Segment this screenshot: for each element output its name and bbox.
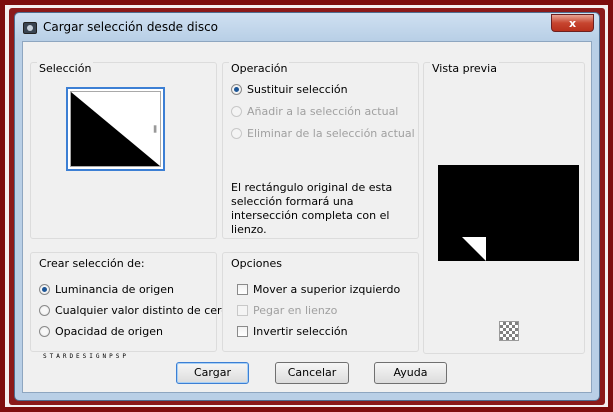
camera-app-icon <box>23 22 37 34</box>
radio-indicator <box>231 84 242 95</box>
cancelar-button[interactable]: Cancelar <box>275 362 349 384</box>
checkbox-pegar-lienzo[interactable]: Pegar en lienzo <box>237 304 337 317</box>
radio-indicator <box>231 128 242 139</box>
checkbox-label: Pegar en lienzo <box>253 304 338 317</box>
radio-luminancia-origen[interactable]: Luminancia de origen <box>39 283 174 296</box>
checkbox-invertir-seleccion[interactable]: Invertir selección <box>237 325 348 338</box>
operacion-group: Operación Sustituir selección Añadir a l… <box>222 62 419 239</box>
checker-pattern-icon[interactable] <box>499 321 519 341</box>
crear-seleccion-title: Crear selección de: <box>37 257 147 270</box>
seleccion-group: Selección <box>30 62 217 239</box>
checkbox-label: Invertir selección <box>253 325 348 338</box>
radio-indicator <box>39 326 50 337</box>
operation-description: El rectángulo original de esta selección… <box>231 181 393 236</box>
opciones-title: Opciones <box>229 257 284 270</box>
vista-previa-group: Vista previa <box>423 62 585 354</box>
opciones-group: Opciones Mover a superior izquierdo Pega… <box>222 252 419 352</box>
radio-label: Sustituir selección <box>247 83 348 96</box>
operacion-title: Operación <box>229 62 290 75</box>
vista-previa-title: Vista previa <box>430 62 499 75</box>
checkbox-indicator <box>237 284 248 295</box>
title-bar[interactable]: Cargar selección desde disco x <box>15 13 599 41</box>
radio-label: Cualquier valor distinto de cero <box>55 304 229 317</box>
ayuda-button[interactable]: Ayuda <box>374 362 447 384</box>
radio-eliminar-seleccion[interactable]: Eliminar de la selección actual <box>231 127 415 140</box>
watermark-text: STARDESIGNPSP <box>43 353 129 360</box>
selection-thumbnail-image <box>70 91 161 167</box>
checkbox-label: Mover a superior izquierdo <box>253 283 401 296</box>
close-button[interactable]: x <box>551 14 594 32</box>
radio-label: Eliminar de la selección actual <box>247 127 415 140</box>
dialog-window: Cargar selección desde disco x Selección… <box>14 12 600 401</box>
cargar-button[interactable]: Cargar <box>176 362 249 384</box>
crear-seleccion-group: Crear selección de: Luminancia de origen… <box>30 252 228 352</box>
radio-anadir-seleccion[interactable]: Añadir a la selección actual <box>231 105 398 118</box>
radio-indicator <box>231 106 242 117</box>
checkbox-indicator <box>237 326 248 337</box>
radio-indicator <box>39 284 50 295</box>
radio-sustituir-seleccion[interactable]: Sustituir selección <box>231 83 348 96</box>
preview-canvas <box>438 165 579 261</box>
window-title: Cargar selección desde disco <box>43 20 219 34</box>
selection-thumbnail[interactable] <box>66 87 165 171</box>
radio-label: Luminancia de origen <box>55 283 174 296</box>
diagonal-split-graphic <box>71 92 160 166</box>
seleccion-title: Selección <box>37 62 94 75</box>
radio-label: Opacidad de origen <box>55 325 163 338</box>
dialog-client: Selección Operación Sustituir selección <box>22 41 592 393</box>
radio-opacidad-origen[interactable]: Opacidad de origen <box>39 325 163 338</box>
checkbox-indicator <box>237 305 248 316</box>
radio-cualquier-valor[interactable]: Cualquier valor distinto de cero <box>39 304 228 317</box>
checkbox-mover-superior[interactable]: Mover a superior izquierdo <box>237 283 400 296</box>
radio-indicator <box>39 305 50 316</box>
radio-label: Añadir a la selección actual <box>247 105 399 118</box>
preview-selection-graphic <box>462 237 486 261</box>
